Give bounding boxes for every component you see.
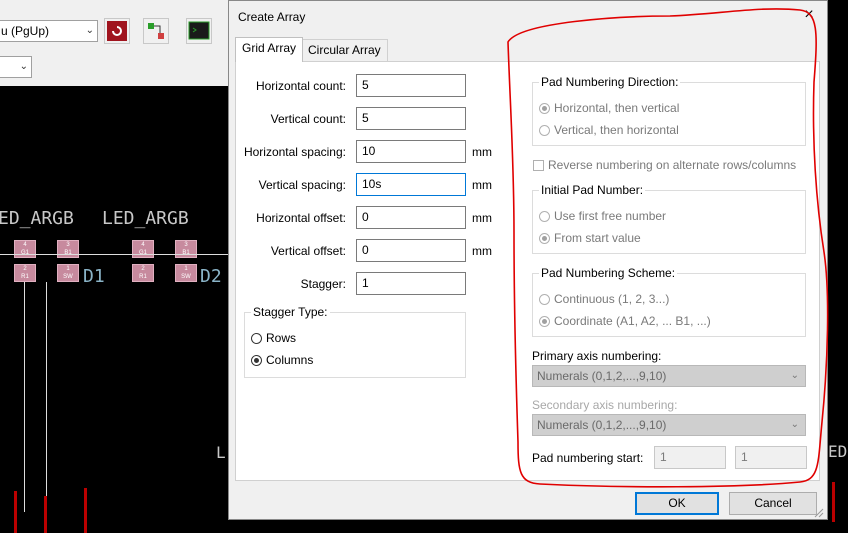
stagger-columns-radio[interactable]: Columns xyxy=(251,353,313,367)
horizontal-count-label: Horizontal count: xyxy=(255,79,346,93)
vertical-count-input[interactable]: 5 xyxy=(356,107,466,130)
initial-pad-number-title: Initial Pad Number: xyxy=(539,183,646,197)
pad[interactable]: 4 G1 xyxy=(14,240,36,258)
pad[interactable]: 3 B1 xyxy=(175,240,197,258)
cancel-button[interactable]: Cancel xyxy=(729,492,817,515)
chevron-down-icon: ⌄ xyxy=(85,25,94,36)
refresh-icon xyxy=(107,21,127,41)
track xyxy=(44,496,47,533)
pad[interactable]: 4 G1 xyxy=(132,240,154,258)
vertical-then-horizontal-radio[interactable]: Vertical, then horizontal xyxy=(539,123,679,137)
track xyxy=(84,488,87,533)
stagger-type-group: Stagger Type: Rows Columns xyxy=(244,305,466,378)
chevron-down-icon: ⌄ xyxy=(790,370,799,381)
stagger-label: Stagger: xyxy=(300,277,346,291)
radio-icon xyxy=(539,211,550,222)
initial-pad-number-group: Initial Pad Number: Use first free numbe… xyxy=(532,183,806,254)
reverse-numbering-checkbox[interactable]: Reverse numbering on alternate rows/colu… xyxy=(533,158,796,172)
tab-grid-array[interactable]: Grid Array xyxy=(235,37,304,62)
horizontal-spacing-label: Horizontal spacing: xyxy=(243,145,346,159)
horizontal-offset-label: Horizontal offset: xyxy=(256,211,346,225)
pad[interactable]: 2 R1 xyxy=(132,264,154,282)
scripting-console-button[interactable] xyxy=(186,18,212,44)
stagger-type-title: Stagger Type: xyxy=(251,305,330,319)
radio-icon xyxy=(539,125,550,136)
pad[interactable]: 1 SW xyxy=(57,264,79,282)
coordinate-radio[interactable]: Coordinate (A1, A2, ... B1, ...) xyxy=(539,314,711,328)
unit-label: mm xyxy=(472,244,492,258)
primary-axis-select[interactable]: Numerals (0,1,2,...,9,10) ⌄ xyxy=(532,365,806,387)
radio-icon xyxy=(251,333,262,344)
footprint-value-label: LED_ARGB xyxy=(102,208,189,229)
ok-button[interactable]: OK xyxy=(635,492,719,515)
chevron-down-icon: ⌄ xyxy=(790,419,799,430)
pad[interactable]: 3 B1 xyxy=(57,240,79,258)
app-toolbar: u (PgUp) ⌄ ⌄ xyxy=(0,0,230,86)
ratsnest-line xyxy=(0,254,230,255)
horizontal-offset-input[interactable]: 0 xyxy=(356,206,466,229)
primary-axis-label: Primary axis numbering: xyxy=(532,349,662,363)
radio-icon xyxy=(539,294,550,305)
vertical-offset-label: Vertical offset: xyxy=(270,244,346,258)
continuous-radio[interactable]: Continuous (1, 2, 3...) xyxy=(539,292,669,306)
track xyxy=(14,491,17,533)
unit-label: mm xyxy=(472,211,492,225)
primary-axis-value: Numerals (0,1,2,...,9,10) xyxy=(537,369,667,383)
pad[interactable]: 1 SW xyxy=(175,264,197,282)
ratsnest-line xyxy=(24,282,25,512)
chevron-down-icon: ⌄ xyxy=(19,61,28,72)
unit-label: mm xyxy=(472,178,492,192)
unit-label: mm xyxy=(472,145,492,159)
footprint-value-label-partial: L xyxy=(216,443,226,462)
horizontal-count-input[interactable]: 5 xyxy=(356,74,466,97)
radio-icon xyxy=(539,233,550,244)
pcb-canvas[interactable]: ED_ARGB LED_ARGB D1 D2 4 G1 3 B1 2 R1 1 SW 4… xyxy=(0,86,230,533)
ratsnest-line xyxy=(46,282,47,512)
secondary-axis-select[interactable]: Numerals (0,1,2,...,9,10) ⌄ xyxy=(532,414,806,436)
use-first-free-radio[interactable]: Use first free number xyxy=(539,209,666,223)
from-start-value-radio[interactable]: From start value xyxy=(539,231,641,245)
footprint-value-label: ED_ARGB xyxy=(0,208,74,229)
close-icon[interactable]: × xyxy=(799,5,819,25)
dialog-title: Create Array xyxy=(238,10,306,24)
layer-select-value: u (PgUp) xyxy=(1,24,50,38)
vertical-count-label: Vertical count: xyxy=(270,112,346,126)
footprint-reference-label: D2 xyxy=(200,266,222,287)
stagger-rows-radio[interactable]: Rows xyxy=(251,331,296,345)
grid-array-panel: Horizontal count: 5 Vertical count: 5 Ho… xyxy=(235,61,820,481)
resize-grip-icon[interactable] xyxy=(812,506,824,518)
track xyxy=(832,482,835,522)
numbering-scheme-title: Pad Numbering Scheme: xyxy=(539,266,678,280)
vertical-offset-input[interactable]: 0 xyxy=(356,239,466,262)
pad-numbering-start-label: Pad numbering start: xyxy=(532,451,644,465)
secondary-axis-label: Secondary axis numbering: xyxy=(532,398,678,412)
horizontal-then-vertical-radio[interactable]: Horizontal, then vertical xyxy=(539,101,679,115)
numbering-direction-group: Pad Numbering Direction: Horizontal, the… xyxy=(532,75,806,146)
secondary-axis-value: Numerals (0,1,2,...,9,10) xyxy=(537,418,667,432)
net-inspector-button[interactable] xyxy=(143,18,169,44)
grid-select[interactable]: ⌄ xyxy=(0,56,32,78)
stagger-input[interactable]: 1 xyxy=(356,272,466,295)
vertical-spacing-input[interactable]: 10s xyxy=(356,173,466,196)
pad-start-secondary-input[interactable]: 1 xyxy=(735,446,807,469)
footprint-value-label-partial: ED xyxy=(828,442,848,461)
radio-icon xyxy=(539,103,550,114)
pad-start-primary-input[interactable]: 1 xyxy=(654,446,726,469)
layer-select[interactable]: u (PgUp) ⌄ xyxy=(0,20,98,42)
radio-icon xyxy=(251,355,262,366)
create-array-dialog: Create Array × Grid Array Circular Array… xyxy=(228,0,828,520)
horizontal-spacing-input[interactable]: 10 xyxy=(356,140,466,163)
checkbox-icon xyxy=(533,160,544,171)
ratsnest-button[interactable] xyxy=(104,18,130,44)
numbering-scheme-group: Pad Numbering Scheme: Continuous (1, 2, … xyxy=(532,266,806,337)
footprint-reference-label: D1 xyxy=(83,266,105,287)
vertical-spacing-label: Vertical spacing: xyxy=(258,178,346,192)
tab-circular-array[interactable]: Circular Array xyxy=(301,39,388,61)
pad[interactable]: 2 R1 xyxy=(14,264,36,282)
schematic-icon xyxy=(148,23,164,39)
numbering-direction-title: Pad Numbering Direction: xyxy=(539,75,681,89)
terminal-icon xyxy=(188,21,210,40)
radio-icon xyxy=(539,316,550,327)
